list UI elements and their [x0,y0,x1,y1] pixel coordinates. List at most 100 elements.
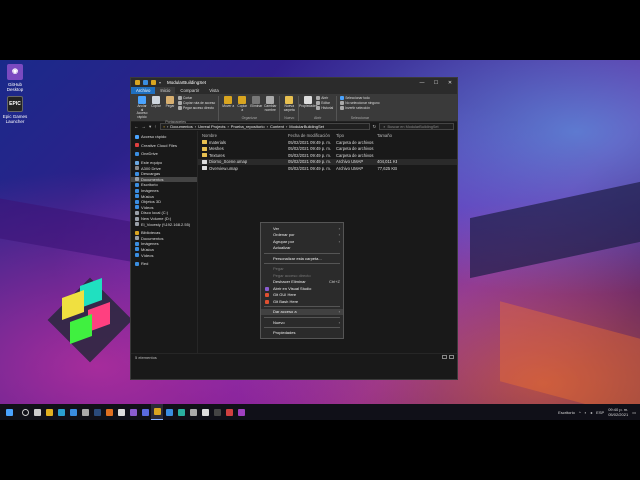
unreal-icon[interactable] [199,404,211,420]
rename-button[interactable]: Cambiar nombre [264,96,277,112]
epic-icon[interactable] [115,404,127,420]
maximize-button[interactable]: ☐ [429,78,443,87]
file-row[interactable]: Overview.umap 05/02/2021 09:49 p. m. Archi… [198,165,457,172]
back-arrow-icon[interactable]: ← [134,124,139,129]
desktop-icon-epic[interactable]: EPIC Epic Games Launcher [0,96,30,125]
epic-games-icon: EPIC [7,96,23,112]
tab-file[interactable]: Archivo [131,87,156,94]
group-label: Seleccionar [350,116,370,120]
close-button[interactable]: ✕ [443,78,457,87]
media-icon[interactable] [235,404,247,420]
breadcrumb-item[interactable]: Documentos [170,124,192,129]
nav-item[interactable]: Vídeos [131,252,197,258]
paste-button[interactable]: Pegar [164,96,176,109]
volume-icon[interactable]: ◂ [590,410,592,415]
tab-view[interactable]: Vista [204,87,223,94]
settings-icon[interactable] [187,404,199,420]
steam-icon[interactable] [91,404,103,420]
search-input[interactable]: ⌕ Buscar en ModularBuildingSet [379,123,454,130]
nav-item[interactable]: Creative Cloud Files [131,143,197,149]
details-view-icon[interactable] [442,355,447,359]
nav-item[interactable]: El_Vocesty (\\192.168.2.55) [131,221,197,227]
task-view-icon[interactable] [31,404,43,420]
cut-button[interactable]: Cortar [178,96,215,100]
clock[interactable]: 09:40 p. m. 05/02/2021 [608,407,628,417]
language-indicator[interactable]: ESP [596,410,604,415]
edge-icon-2[interactable] [175,404,187,420]
store-icon[interactable] [79,404,91,420]
terminal-icon[interactable] [211,404,223,420]
breadcrumb-item[interactable]: Content [270,124,284,129]
context-menu-item[interactable]: Dar acceso a › [261,308,343,315]
menu-item-label: Git GUI Here [273,292,297,298]
delete-button[interactable]: Eliminar [250,96,262,109]
address-bar[interactable]: ▪ › Documentos › Unreal Projects › Prueb… [159,123,370,130]
column-type[interactable]: Tipo [336,133,377,138]
menu-item-label: Propiedades [273,330,296,336]
tray-desktop-label[interactable]: Escritorio [558,410,575,415]
pin-quick-access-button[interactable]: Anclar al Acceso rápido [136,96,148,120]
history-button[interactable]: Historial [316,106,333,110]
tab-home[interactable]: Inicio [155,87,176,94]
new-folder-icon[interactable] [151,80,156,85]
up-arrow-icon[interactable]: ↑ [154,124,156,129]
visual-studio-icon[interactable] [127,404,139,420]
select-none-button[interactable]: No seleccionar ninguno [340,101,380,105]
tab-share[interactable]: Compartir [175,87,204,94]
edit-button[interactable]: Editar [316,101,333,105]
explorer-icon[interactable] [151,404,163,420]
nav-item[interactable]: Acceso rápido [131,134,197,140]
edge-icon[interactable] [55,404,67,420]
context-menu-item[interactable]: Personalizar esta carpeta... [261,255,343,262]
column-name[interactable]: Nombre [202,133,288,138]
notification-icon[interactable]: ▭ [632,410,636,415]
chrome-icon[interactable] [43,404,55,420]
title-bar[interactable]: ▾ ModularBuildingSet — ☐ ✕ [131,78,457,87]
move-to-button[interactable]: Mover a [222,96,234,109]
nav-item-icon [135,216,139,221]
properties-button[interactable]: Propiedades [299,96,318,109]
breadcrumb-item[interactable]: ModularBuildingSet [289,124,324,129]
new-folder-button[interactable]: Nueva carpeta [283,96,295,112]
nav-item-icon [135,230,139,235]
open-button[interactable]: Abrir [316,96,333,100]
copy-path-button[interactable]: Copiar ruta de acceso [178,101,215,105]
context-menu-item[interactable]: Git Bash Here [261,298,343,305]
menu-item-label: Abrir en Visual Studio [273,285,312,291]
context-menu-item[interactable]: Propiedades [261,330,343,337]
paste-shortcut-button[interactable]: Pegar acceso directo [178,106,215,110]
nav-item[interactable]: OneDrive [131,151,197,157]
photos-icon[interactable] [163,404,175,420]
context-menu-item[interactable]: Actualizar [261,245,343,252]
breadcrumb-item[interactable]: Prueba_repositorio [231,124,265,129]
desktop-icon-github[interactable]: ◉ GitHub Desktop [0,64,30,93]
discord-icon[interactable] [139,404,151,420]
menu-item-label: Pegar [273,266,284,272]
refresh-icon[interactable]: ↻ [373,124,377,130]
firefox-icon[interactable] [103,404,115,420]
tray-chevron-icon[interactable]: ^ [579,410,581,415]
mail-icon[interactable] [67,404,79,420]
column-date[interactable]: Fecha de modificación [288,133,336,138]
network-icon[interactable]: ▪ [585,410,586,415]
copy-to-button[interactable]: Copiar a [236,96,248,112]
recent-chevron-icon[interactable]: ▾ [149,124,151,130]
qat-dropdown-icon[interactable]: ▾ [159,80,161,85]
start-icon[interactable] [3,404,15,420]
file-name-cell: Meshes [202,146,288,151]
invert-selection-button[interactable]: Invertir selección [340,106,379,110]
select-all-button[interactable]: Seleccionar todo [340,96,379,100]
forward-arrow-icon[interactable]: → [142,124,147,129]
menu-separator [264,327,340,328]
properties-icon[interactable] [143,80,148,85]
breadcrumb-item[interactable]: Unreal Projects [198,124,225,129]
minimize-button[interactable]: — [415,78,429,87]
nav-item-label: Bibliotecas [141,230,161,236]
nav-item[interactable]: Red [131,261,197,267]
search-icon[interactable] [19,404,31,420]
context-menu-item[interactable]: Nuevo › [261,319,343,326]
copy-button[interactable]: Copiar [150,96,162,109]
column-size[interactable]: Tamaño [377,133,397,138]
chrome-icon-2[interactable] [223,404,235,420]
large-icons-view-icon[interactable] [449,355,454,359]
